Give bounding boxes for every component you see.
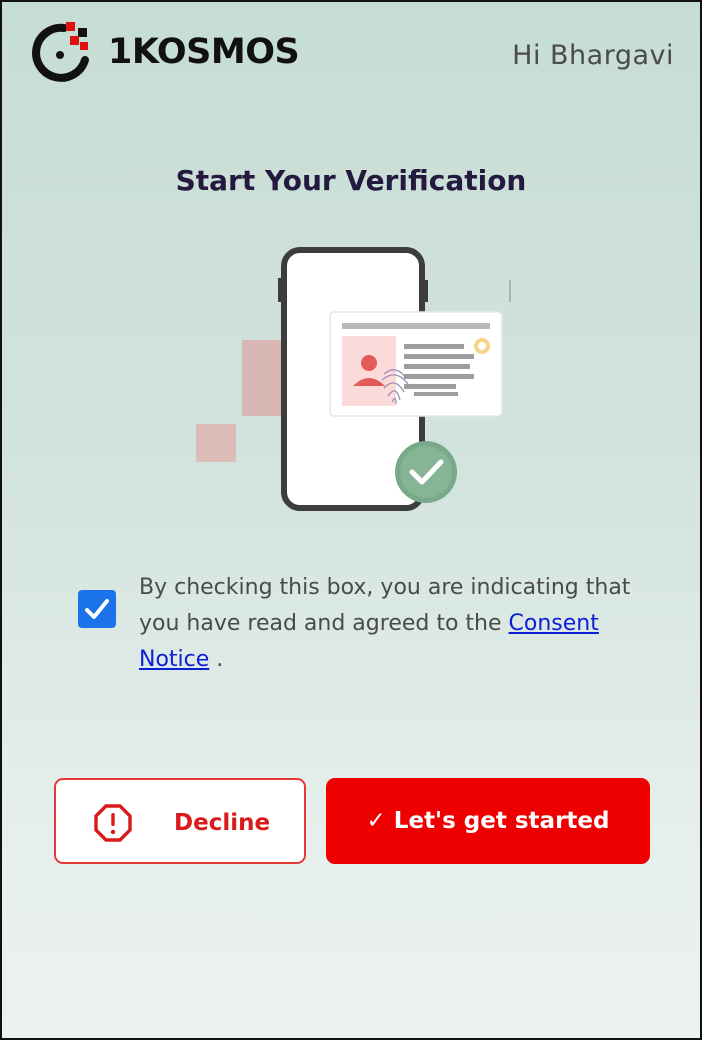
logo-icon (32, 22, 89, 82)
consent-text: By checking this box, you are indicating… (139, 570, 659, 678)
app-frame: 1KOSMOS Hi Bhargavi Start Your Verificat… (0, 0, 702, 1040)
verification-illustration (196, 247, 511, 511)
user-greeting: Hi Bhargavi (512, 40, 674, 71)
decline-button[interactable]: Decline (54, 778, 306, 864)
page-title: Start Your Verification (175, 164, 527, 197)
checkmark-icon (85, 599, 109, 619)
brand-logo: 1KOSMOS (30, 22, 310, 84)
consent-checkbox[interactable] (78, 590, 116, 628)
alert-octagon-icon (94, 804, 132, 842)
decline-label: Decline (174, 810, 271, 836)
get-started-button[interactable]: ✓ Let's get started (326, 778, 650, 864)
brand-name: 1KOSMOS (108, 32, 300, 72)
consent-text-after: . (216, 647, 224, 672)
get-started-label: ✓ Let's get started (366, 808, 610, 834)
